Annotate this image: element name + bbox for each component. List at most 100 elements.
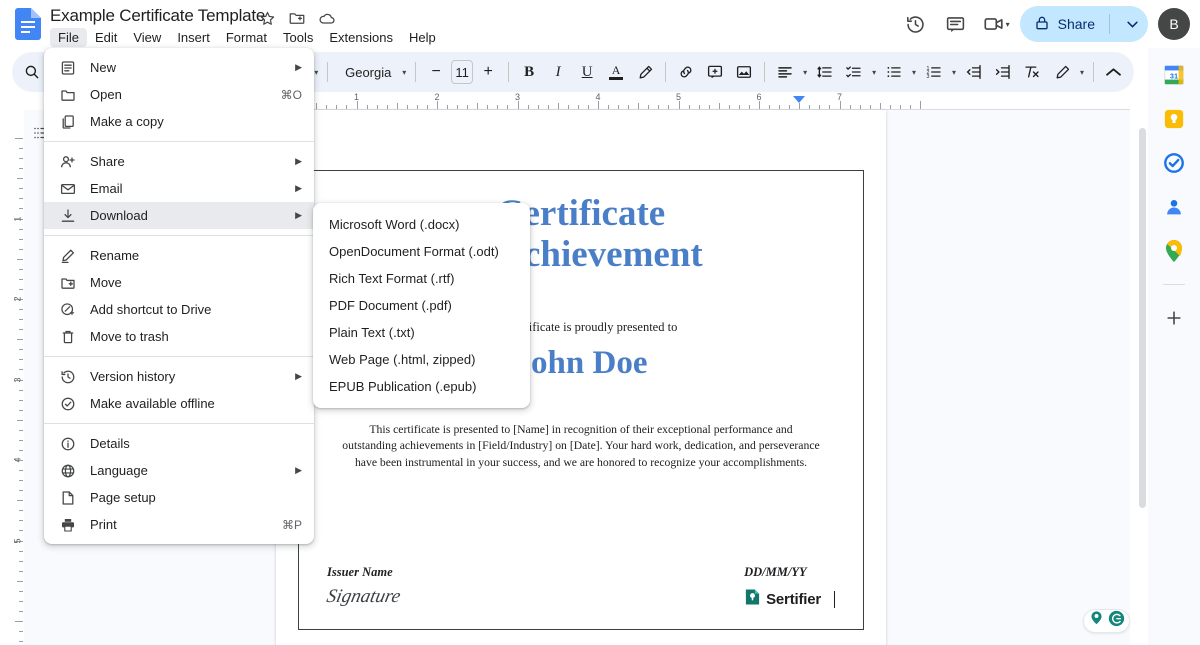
ruler-number: 3	[12, 377, 22, 382]
align-caret-icon[interactable]: ▾	[800, 58, 810, 86]
google-contacts-icon[interactable]	[1161, 194, 1187, 220]
editing-mode-pencil-icon[interactable]	[1048, 58, 1076, 86]
right-indent-marker[interactable]	[793, 96, 805, 103]
sertifier-brand: Sertifier	[744, 588, 835, 611]
grammarly-suggestion-bulb-icon[interactable]	[1088, 610, 1105, 632]
comment-icon[interactable]	[939, 7, 973, 41]
download-option-docx[interactable]: Microsoft Word (.docx)	[313, 211, 530, 238]
download-option-odt[interactable]: OpenDocument Format (.odt)	[313, 238, 530, 265]
menu-insert[interactable]: Insert	[169, 28, 218, 47]
ruler-tick	[829, 105, 830, 109]
font-family-select[interactable]: Georgia	[334, 58, 398, 86]
grammarly-logo-icon[interactable]	[1108, 610, 1125, 632]
menu-edit[interactable]: Edit	[87, 28, 125, 47]
menu-item-add-shortcut-to-drive[interactable]: Add shortcut to Drive	[44, 296, 314, 323]
bold-button[interactable]: B	[515, 58, 543, 86]
bulleted-list-icon[interactable]	[880, 58, 908, 86]
text-color-button[interactable]: A	[602, 58, 630, 86]
menu-item-rename[interactable]: Rename	[44, 242, 314, 269]
increase-font-size-button[interactable]: +	[474, 58, 502, 86]
version-history-icon[interactable]	[899, 7, 933, 41]
share-button[interactable]: Share	[1020, 6, 1148, 42]
menu-tools[interactable]: Tools	[275, 28, 321, 47]
meet-camera-button[interactable]: ▾	[979, 7, 1014, 41]
menu-item-make-a-copy[interactable]: Make a copy	[44, 108, 314, 135]
menu-item-move-to-trash[interactable]: Move to trash	[44, 323, 314, 350]
move-to-folder-icon[interactable]	[288, 9, 306, 27]
checklist-caret-icon[interactable]: ▾	[869, 58, 879, 86]
menu-divider	[44, 141, 314, 142]
document-scrollbar[interactable]	[1138, 114, 1147, 642]
collapse-toolbar-chevron-icon[interactable]	[1100, 58, 1128, 86]
download-option-epub[interactable]: EPUB Publication (.epub)	[313, 373, 530, 400]
download-option-pdf[interactable]: PDF Document (.pdf)	[313, 292, 530, 319]
horizontal-ruler[interactable]: 1234567	[220, 92, 1130, 110]
decrease-font-size-button[interactable]: −	[422, 58, 450, 86]
insert-link-icon[interactable]	[672, 58, 700, 86]
decrease-indent-icon[interactable]	[960, 58, 988, 86]
menu-item-label: Email	[90, 181, 295, 196]
menu-item-print[interactable]: Print ⌘P	[44, 511, 314, 538]
menu-item-page-setup[interactable]: Page setup	[44, 484, 314, 511]
star-icon[interactable]	[258, 9, 276, 27]
toolbar-divider	[508, 62, 509, 82]
vertical-ruler[interactable]: 12345	[8, 110, 24, 645]
bulleted-list-caret-icon[interactable]: ▾	[909, 58, 919, 86]
numbered-list-icon[interactable]: 123	[920, 58, 948, 86]
menu-item-language[interactable]: Language ▶	[44, 457, 314, 484]
menu-item-open[interactable]: Open ⌘O	[44, 81, 314, 108]
menu-item-share[interactable]: Share ▶	[44, 148, 314, 175]
font-size-input[interactable]: 11	[451, 60, 473, 84]
grammarly-widget[interactable]	[1083, 609, 1130, 633]
menu-view[interactable]: View	[125, 28, 169, 47]
sertifier-brand-name: Sertifier	[766, 591, 821, 608]
menu-item-move[interactable]: Move	[44, 269, 314, 296]
font-family-caret-icon[interactable]: ▾	[399, 58, 409, 86]
menu-item-email[interactable]: Email ▶	[44, 175, 314, 202]
align-left-icon[interactable]	[771, 58, 799, 86]
clear-formatting-icon[interactable]	[1018, 58, 1046, 86]
menu-item-make-available-offline[interactable]: Make available offline	[44, 390, 314, 417]
google-calendar-icon[interactable]: 31	[1161, 62, 1187, 88]
menu-item-details[interactable]: Details	[44, 430, 314, 457]
scrollbar-thumb[interactable]	[1139, 128, 1146, 508]
italic-button[interactable]: I	[544, 58, 572, 86]
checklist-icon[interactable]	[840, 58, 868, 86]
numbered-list-caret-icon[interactable]: ▾	[949, 58, 959, 86]
file-menu-popup[interactable]: New ▶ Open ⌘O Make a copy Share ▶	[44, 48, 314, 544]
menu-item-version-history[interactable]: Version history ▶	[44, 363, 314, 390]
google-tasks-icon[interactable]	[1161, 150, 1187, 176]
menu-extensions[interactable]: Extensions	[321, 28, 401, 47]
google-keep-icon[interactable]	[1161, 106, 1187, 132]
search-icon[interactable]	[18, 58, 46, 86]
menu-file[interactable]: File	[50, 28, 87, 47]
download-option-txt[interactable]: Plain Text (.txt)	[313, 319, 530, 346]
menu-format[interactable]: Format	[218, 28, 275, 47]
document-title[interactable]: Example Certificate Template	[50, 6, 265, 26]
ruler-tick	[19, 631, 23, 632]
underline-button[interactable]: U	[573, 58, 601, 86]
download-option-rtf[interactable]: Rich Text Format (.rtf)	[313, 265, 530, 292]
google-docs-icon[interactable]	[12, 8, 44, 40]
menu-help[interactable]: Help	[401, 28, 444, 47]
ruler-tick	[346, 105, 347, 109]
meet-caret-icon[interactable]: ▾	[1006, 20, 1010, 29]
increase-indent-icon[interactable]	[989, 58, 1017, 86]
download-submenu-popup[interactable]: Microsoft Word (.docx) OpenDocument Form…	[313, 203, 530, 408]
editing-mode-caret-icon[interactable]: ▾	[1077, 58, 1087, 86]
menu-item-new[interactable]: New ▶	[44, 54, 314, 81]
ruler-tick	[407, 105, 408, 109]
menu-item-label: Open	[90, 87, 281, 102]
google-maps-icon[interactable]	[1161, 238, 1187, 264]
add-comment-icon[interactable]	[701, 58, 729, 86]
ruler-tick	[19, 349, 23, 350]
download-option-html[interactable]: Web Page (.html, zipped)	[313, 346, 530, 373]
insert-image-icon[interactable]	[730, 58, 758, 86]
cloud-saved-icon[interactable]	[318, 9, 336, 27]
add-app-button[interactable]	[1161, 305, 1187, 331]
highlight-pen-icon[interactable]	[631, 58, 659, 86]
share-caret-icon[interactable]	[1120, 7, 1144, 41]
avatar[interactable]: B	[1158, 8, 1190, 40]
menu-item-download[interactable]: Download ▶	[44, 202, 314, 229]
line-spacing-icon[interactable]	[811, 58, 839, 86]
